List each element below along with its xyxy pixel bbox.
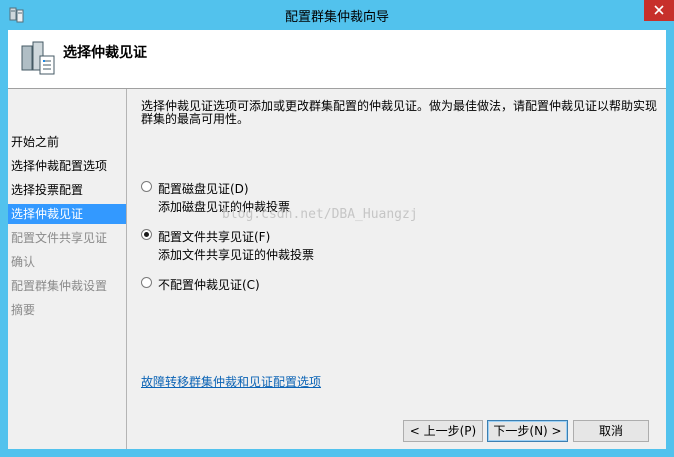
- file-share-witness-subtext: 添加文件共享见证的仲裁投票: [158, 248, 315, 262]
- help-link[interactable]: 故障转移群集仲裁和见证配置选项: [141, 373, 321, 390]
- step-select-quorum-witness[interactable]: 选择仲裁见证: [8, 204, 126, 224]
- step-confirmation: 确认: [11, 255, 36, 269]
- disk-witness-radio[interactable]: [141, 181, 152, 192]
- description-text: 选择仲裁见证选项可添加或更改群集配置的仲裁见证。做为最佳做法，请配置仲裁见证以帮…: [141, 99, 658, 126]
- back-button[interactable]: < 上一步(P): [403, 420, 483, 442]
- wizard-header: 选择仲裁见证: [8, 30, 666, 88]
- server-cluster-icon: [20, 40, 56, 78]
- wizard-main-panel: 选择仲裁见证选项可添加或更改群集配置的仲裁见证。做为最佳做法，请配置仲裁见证以帮…: [127, 89, 666, 449]
- cancel-button[interactable]: 取消: [573, 420, 649, 442]
- step-select-voting-config[interactable]: 选择投票配置: [8, 180, 126, 200]
- title-bar: 配置群集仲裁向导: [0, 0, 674, 30]
- close-icon: [654, 5, 664, 15]
- watermark-text: blog.csdn.net/DBA_Huangzj: [222, 207, 418, 222]
- close-button[interactable]: [644, 0, 674, 21]
- step-summary: 摘要: [11, 303, 36, 317]
- file-share-witness-radio[interactable]: [141, 229, 152, 240]
- disk-witness-label[interactable]: 配置磁盘见证(D): [158, 180, 249, 197]
- window-title: 配置群集仲裁向导: [284, 10, 389, 25]
- step-before-you-begin[interactable]: 开始之前: [8, 132, 126, 152]
- next-button[interactable]: 下一步(N) >: [487, 420, 568, 442]
- wizard-client-area: 选择仲裁见证 开始之前 选择仲裁配置选项 选择投票配置 选择仲裁见证 配置文件共…: [8, 30, 666, 449]
- wizard-steps-sidebar: 开始之前 选择仲裁配置选项 选择投票配置 选择仲裁见证 配置文件共享见证 确认 …: [8, 89, 126, 449]
- file-share-witness-label[interactable]: 配置文件共享见证(F): [158, 228, 270, 245]
- step-configure-file-share-witness: 配置文件共享见证: [11, 231, 108, 245]
- no-witness-label[interactable]: 不配置仲裁见证(C): [158, 276, 260, 293]
- step-configure-quorum-settings: 配置群集仲裁设置: [11, 279, 108, 293]
- no-witness-radio[interactable]: [141, 277, 152, 288]
- step-select-quorum-option[interactable]: 选择仲裁配置选项: [8, 156, 126, 176]
- page-title: 选择仲裁见证: [63, 45, 147, 61]
